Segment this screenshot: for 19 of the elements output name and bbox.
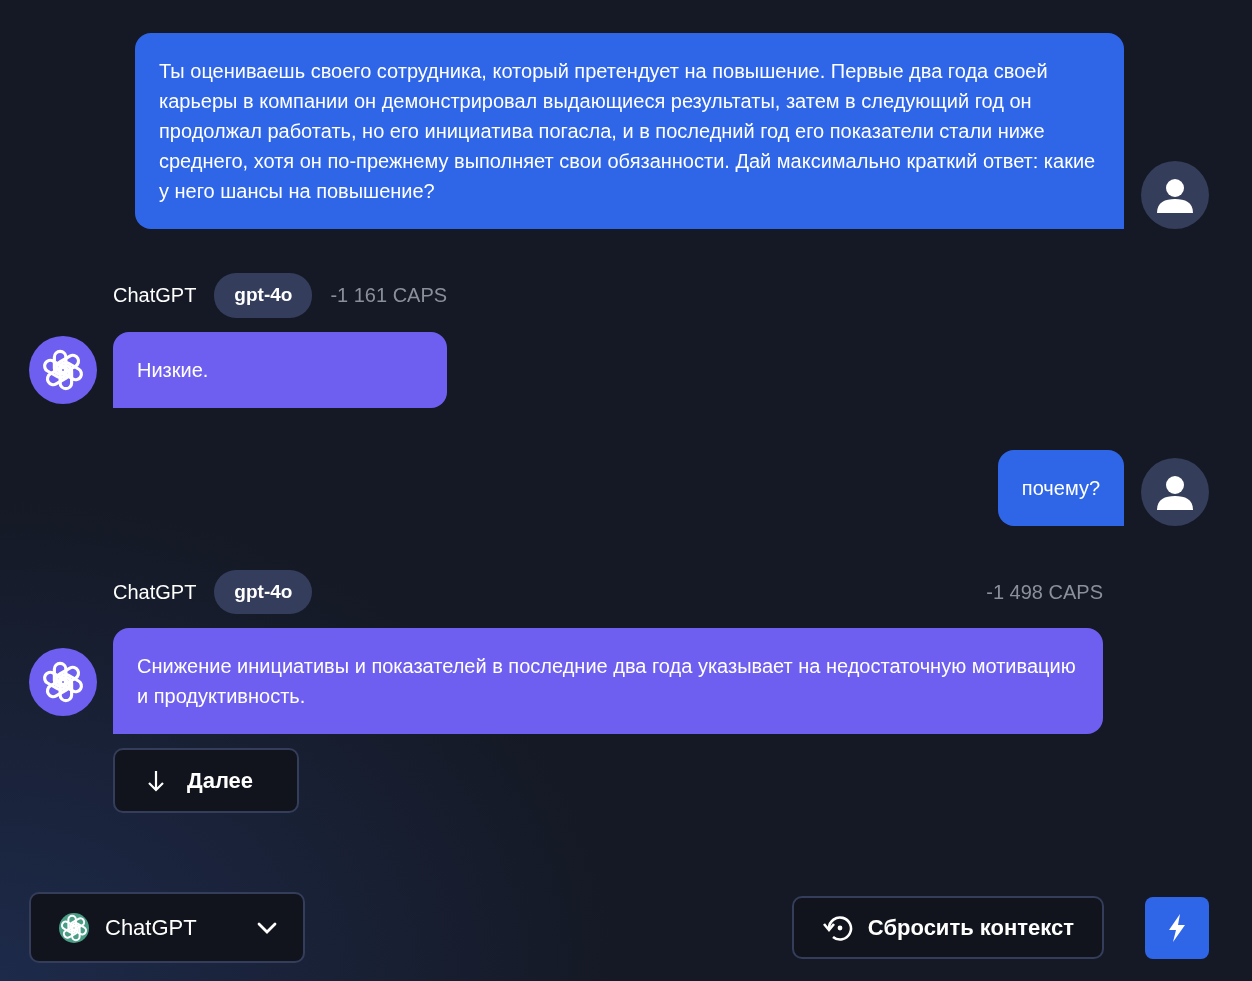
bot-message: Низкие. [113,331,448,408]
reset-button[interactable]: Сбросить контекст [791,896,1104,959]
user-message: Ты оцениваешь своего сотрудника, который претендует на повышение. Первые два года своей карьеры в компании он демонстрировал выдающиеся результаты, затем в следующий год он продолжал работать, но его инициатива погасла, и в последний год его показатели стали ниже среднего, хотя он по-прежнему выполняет свои обязанности. Дай максимально краткий ответ: какие у него шансы на повышение? [135,33,1124,229]
author-name: ChatGPT [113,579,197,605]
model-badge: gpt-4o [214,273,313,318]
bot-message: Снижение инициативы и показателей в последние два года указывает на недостаточную мотивацию и продуктивность. [113,628,1103,734]
caps-cost: -1 161 CAPS [330,283,448,309]
arrow-down-icon [147,769,165,792]
user-message: почему? [997,449,1124,526]
lightning-icon [1167,912,1187,943]
chevron-down-icon [257,921,277,934]
model-badge: gpt-4o [214,569,313,614]
continue-button[interactable]: Далее [113,748,299,813]
logo-icon [40,347,86,393]
send-button[interactable] [1145,896,1209,959]
caps-cost: -1 498 CAPS [986,579,1103,605]
author-name: ChatGPT [113,283,197,309]
model-select[interactable]: ChatGPT [29,892,305,963]
logo-icon [59,912,89,943]
